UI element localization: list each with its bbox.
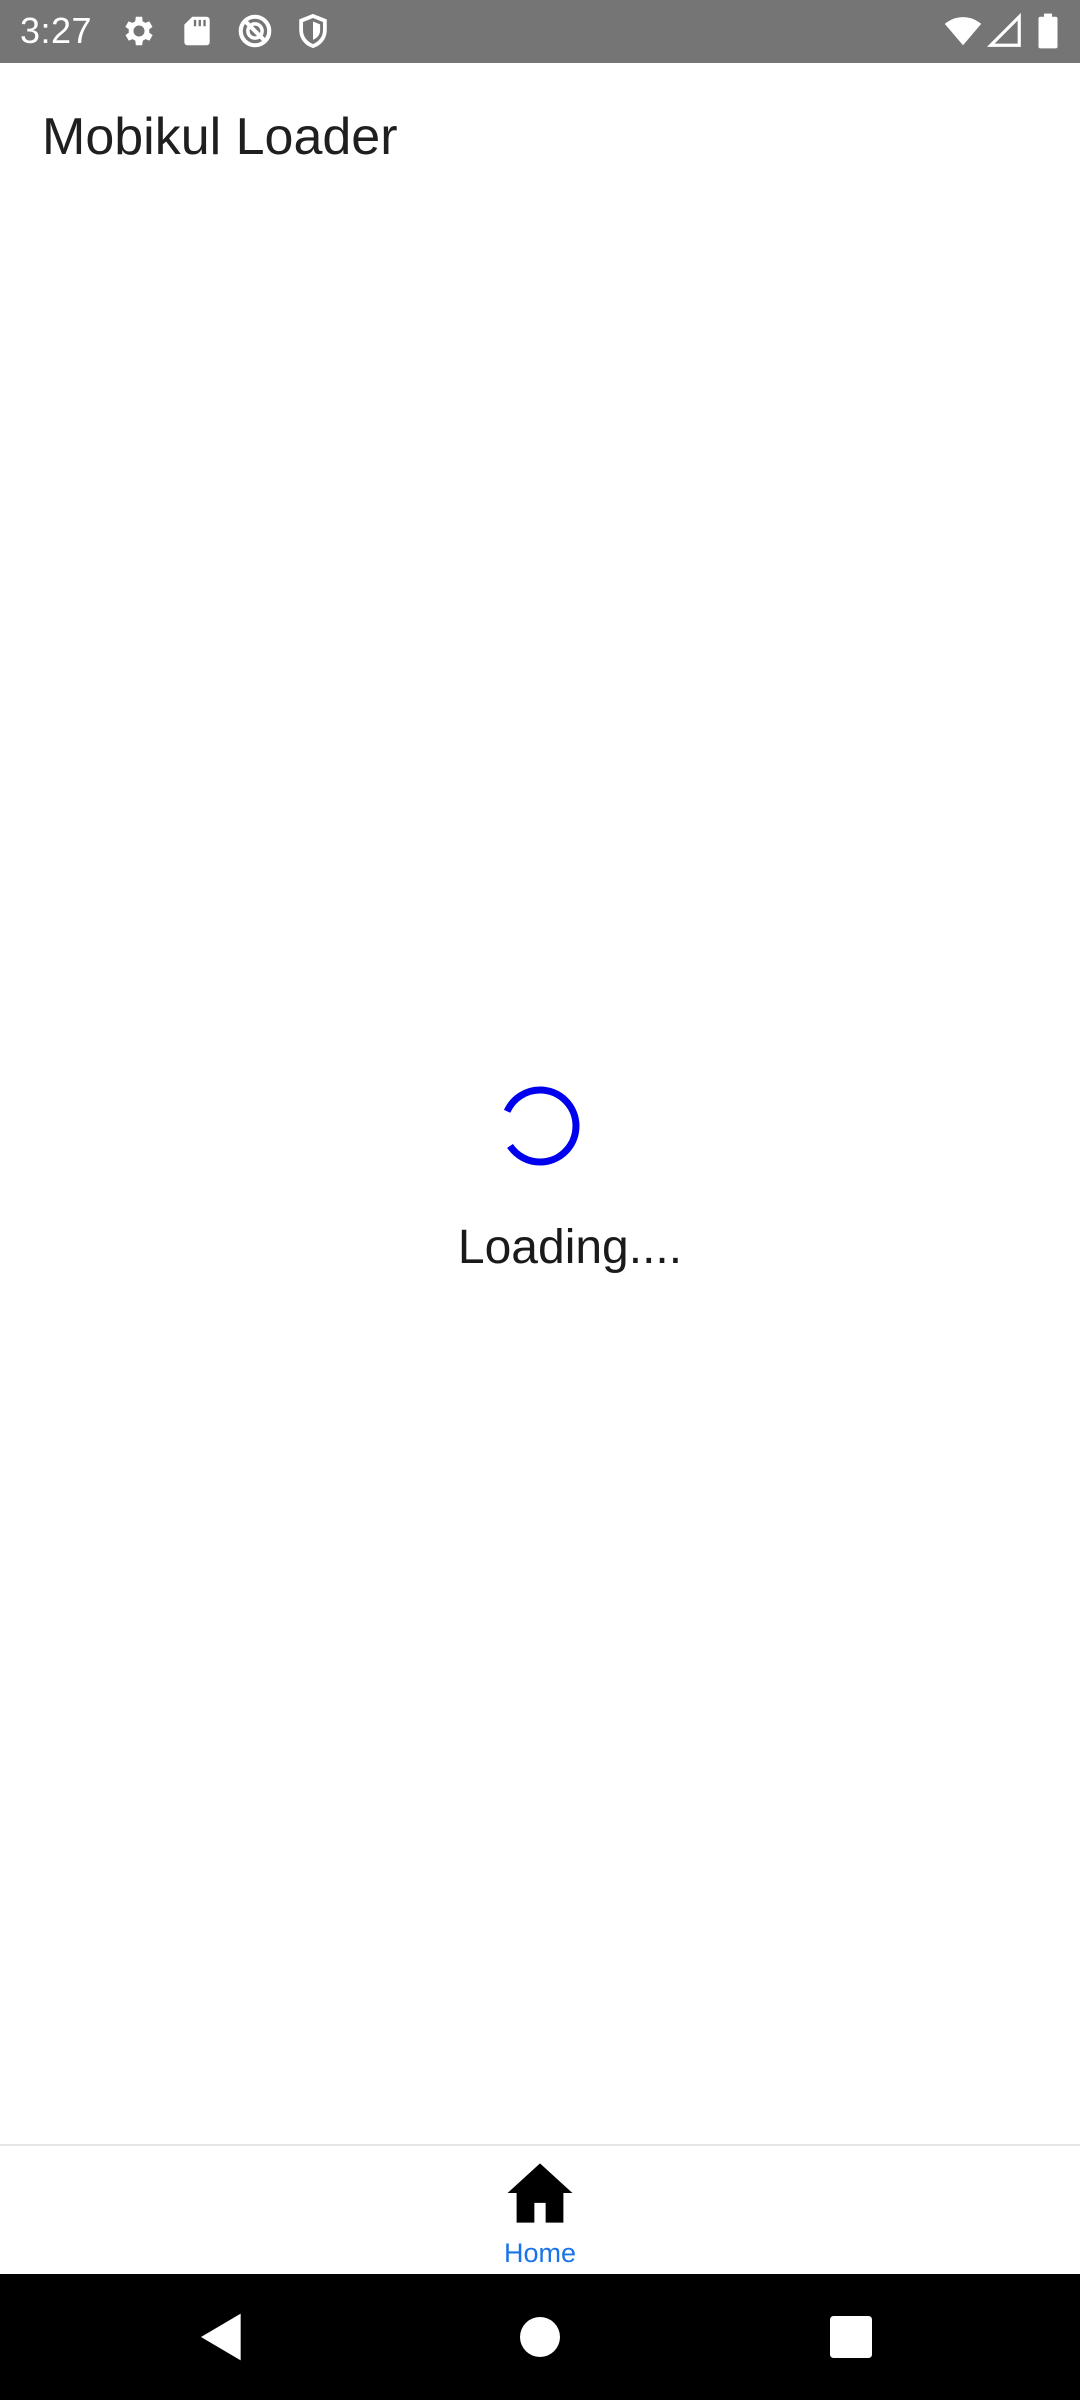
bottom-nav-item-home[interactable]: Home — [460, 2156, 620, 2272]
battery-icon — [1034, 12, 1062, 50]
status-bar: 3:27 — [0, 0, 1080, 63]
shield-icon — [294, 12, 332, 50]
status-time: 3:27 — [20, 10, 93, 51]
wifi-icon — [942, 12, 984, 50]
sd-card-icon — [178, 12, 216, 50]
bottom-nav-label: Home — [503, 2238, 577, 2268]
loading-spinner-icon — [500, 1086, 580, 1166]
recents-icon[interactable] — [830, 2316, 872, 2358]
app-bar: Mobikul Loader — [0, 63, 1080, 213]
home-icon — [506, 2162, 574, 2224]
cellular-signal-icon — [986, 12, 1024, 50]
loader: Loading.... — [0, 1070, 1080, 1330]
settings-icon — [120, 12, 158, 50]
back-icon[interactable] — [194, 2306, 250, 2368]
screen: 3:27 Mobikul Loader Loading.... Home — [0, 0, 1080, 2400]
system-navigation-bar — [0, 2274, 1080, 2400]
do-not-disturb-icon — [236, 12, 274, 50]
bottom-navigation: Home — [0, 2144, 1080, 2276]
loading-text: Loading.... — [457, 1221, 683, 1274]
home-circle-icon[interactable] — [520, 2317, 560, 2357]
page-title: Mobikul Loader — [42, 108, 398, 166]
